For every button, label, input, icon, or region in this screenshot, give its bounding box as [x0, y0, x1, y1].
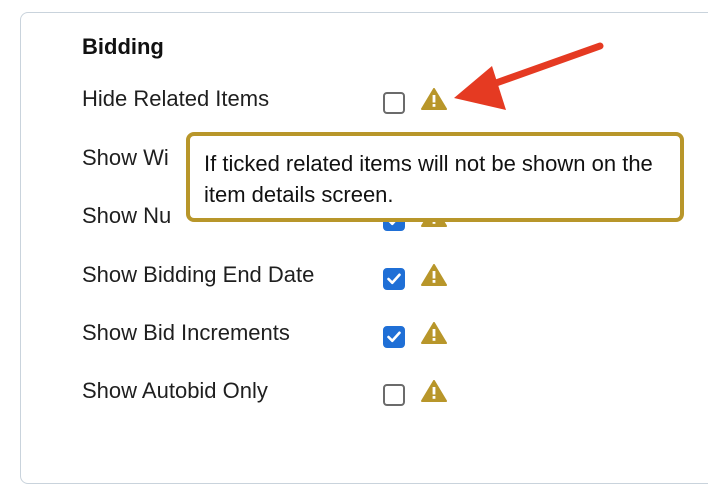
- section-title: Bidding: [82, 34, 164, 59]
- show-bidding-end-date-checkbox[interactable]: [383, 268, 405, 290]
- row-label-show-autobid-only: Show Autobid Only: [82, 378, 268, 403]
- hide-related-items-checkbox[interactable]: [383, 92, 405, 114]
- warning-icon[interactable]: [421, 322, 447, 344]
- check-icon: [387, 273, 401, 285]
- row-label-show-bidding-end-date: Show Bidding End Date: [82, 262, 315, 287]
- row-label-hide-related-items: Hide Related Items: [82, 86, 270, 111]
- warning-icon[interactable]: [421, 264, 447, 286]
- check-icon: [387, 331, 401, 343]
- row-label-show-wi: Show Wi: [82, 145, 169, 170]
- row-label-show-nu: Show Nu: [82, 203, 172, 228]
- show-bid-increments-checkbox[interactable]: [383, 326, 405, 348]
- red-arrow-icon: [454, 42, 604, 110]
- warning-icon[interactable]: [421, 380, 447, 402]
- row-label-show-bid-increments: Show Bid Increments: [82, 320, 290, 345]
- show-autobid-only-checkbox[interactable]: [383, 384, 405, 406]
- warning-tooltip: If ticked related items will not be show…: [186, 132, 684, 222]
